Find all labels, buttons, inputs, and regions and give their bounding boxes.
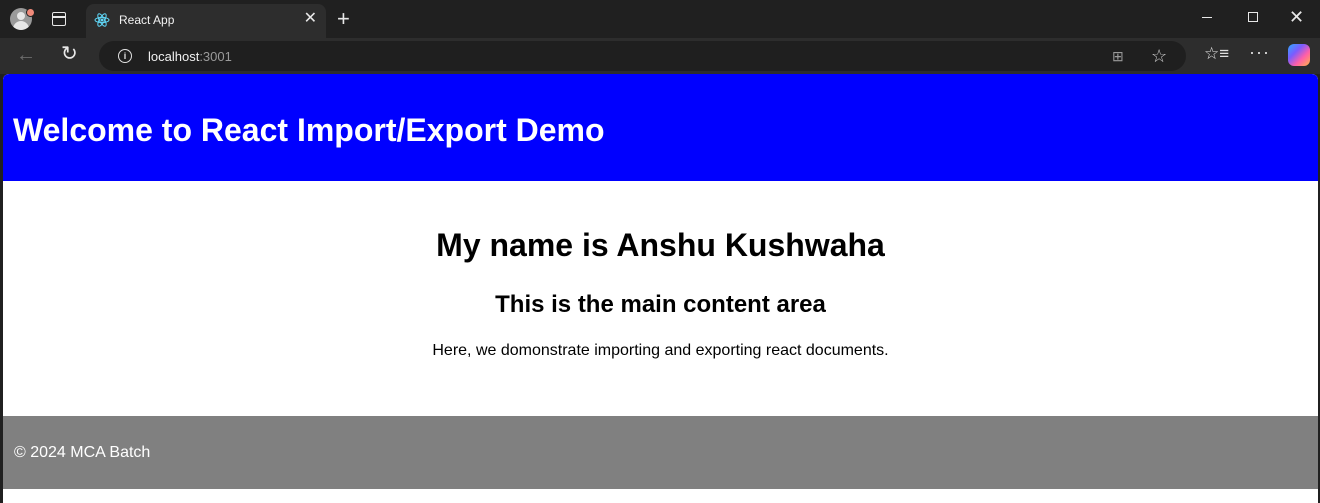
more-icon[interactable]: ··· [1249, 42, 1270, 62]
tab-title: React App [119, 13, 175, 27]
new-tab-icon[interactable]: + [337, 6, 350, 32]
close-icon[interactable]: ✕ [304, 10, 317, 28]
app-footer: © 2024 MCA Batch [3, 416, 1318, 489]
name-heading: My name is Anshu Kushwaha [436, 227, 885, 263]
browser-toolbar: ← ↻ i localhost:3001 ⊞ ☆ ☆≡ ··· [0, 38, 1320, 74]
header-title: Welcome to React Import/Export Demo [13, 112, 605, 148]
favorites-icon[interactable]: ☆≡ [1204, 44, 1229, 64]
reload-icon[interactable]: ↻ [61, 43, 78, 65]
notification-dot [26, 8, 35, 17]
browser-titlebar: React App ✕ + ✕ [0, 0, 1320, 38]
tab-actions-icon[interactable] [52, 12, 66, 26]
address-bar[interactable]: i localhost:3001 ⊞ ☆ [99, 41, 1186, 71]
favorite-star-icon[interactable]: ☆ [1151, 46, 1167, 66]
back-icon[interactable]: ← [16, 44, 36, 66]
react-icon [94, 13, 110, 27]
app-header: Welcome to React Import/Export Demo [3, 74, 1318, 181]
maximize-icon[interactable] [1248, 12, 1258, 22]
info-icon[interactable]: i [118, 49, 132, 63]
apps-icon[interactable]: ⊞ [1112, 49, 1126, 63]
page-viewport: Welcome to React Import/Export Demo My n… [3, 74, 1318, 503]
description-text: Here, we domonstrate importing and expor… [432, 342, 889, 359]
window-close-icon[interactable]: ✕ [1289, 7, 1304, 27]
footer-text: © 2024 MCA Batch [14, 444, 151, 461]
main-content: My name is Anshu Kushwaha This is the ma… [3, 181, 1318, 416]
minimize-icon[interactable] [1202, 17, 1212, 18]
url-text: localhost:3001 [148, 49, 232, 64]
copilot-icon[interactable] [1288, 44, 1310, 66]
content-heading: This is the main content area [495, 291, 826, 318]
browser-tab[interactable]: React App ✕ [86, 4, 326, 38]
